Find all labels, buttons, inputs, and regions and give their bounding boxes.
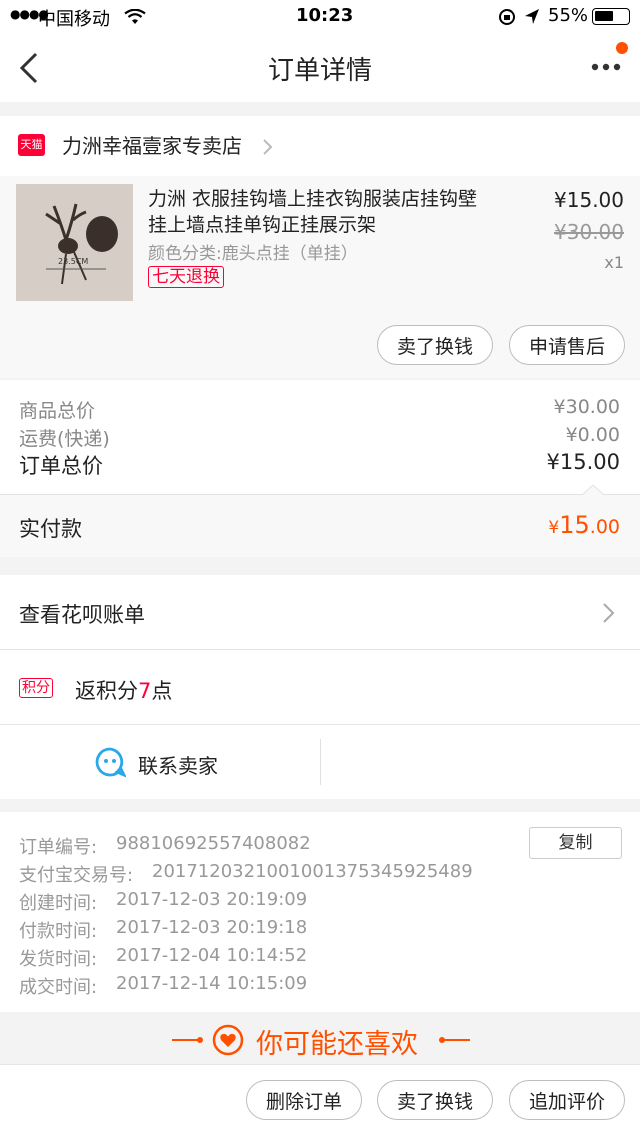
chevron-right-icon	[263, 139, 273, 155]
tmall-badge: 天猫	[18, 134, 45, 156]
created-time-label: 创建时间:	[19, 893, 98, 914]
alipay-trade-label: 支付宝交易号:	[19, 865, 134, 886]
shop-row[interactable]: 天猫 力洲幸福壹家专卖店	[0, 116, 640, 176]
paid-time-label: 付款时间:	[19, 921, 98, 942]
delete-order-button[interactable]: 删除订单	[246, 1080, 362, 1120]
recommend-title: 你可能还喜欢	[256, 1029, 418, 1060]
paid-label: 实付款	[19, 517, 82, 541]
shop-name: 力洲幸福壹家专卖店	[62, 134, 242, 158]
product-title-line2: 挂上墙点挂单钩正挂展示架	[148, 214, 377, 236]
deer-hook-image: 23.5CM	[16, 184, 133, 301]
paid-row: 实付款 ¥15.00	[0, 495, 640, 557]
product-quantity: x1	[604, 253, 624, 272]
sell-button[interactable]: 卖了换钱	[377, 1080, 493, 1120]
points-suffix: 点	[151, 679, 173, 703]
points-text: 返积分7点	[75, 675, 172, 705]
product-price: ¥15.00	[554, 188, 624, 212]
paid-int: 15	[559, 511, 590, 539]
order-total-value: ¥15.00	[546, 450, 620, 474]
vertical-divider	[320, 739, 321, 785]
add-review-button[interactable]: 追加评价	[509, 1080, 625, 1120]
wifi-icon	[124, 9, 146, 24]
bottom-action-bar: 删除订单 卖了换钱 追加评价	[0, 1064, 640, 1138]
huabei-label: 查看花呗账单	[19, 603, 145, 627]
completed-time-label: 成交时间:	[19, 977, 98, 998]
clock: 10:23	[296, 5, 354, 26]
contact-seller-label: 联系卖家	[138, 754, 218, 778]
contact-seller-button[interactable]: 联系卖家	[92, 743, 322, 783]
heart-icon	[212, 1024, 244, 1056]
paid-time-value: 2017-12-03 20:19:18	[116, 917, 308, 938]
paid-dec: .00	[589, 516, 620, 538]
shipped-time-value: 2017-12-04 10:14:52	[116, 945, 308, 966]
right-arrow-decor-icon	[439, 1037, 470, 1043]
created-time-value: 2017-12-03 20:19:09	[116, 889, 308, 910]
product-title-line1: 力洲 衣服挂钩墙上挂衣钩服装店挂钩壁	[148, 188, 478, 210]
rotation-lock-icon	[499, 9, 515, 25]
huabei-bill-row[interactable]: 查看花呗账单	[0, 575, 640, 649]
goods-total-label: 商品总价	[19, 400, 96, 422]
notification-dot	[616, 42, 628, 54]
location-arrow-icon	[525, 9, 539, 24]
carrier-label: 中国移动	[38, 9, 110, 30]
product-title: 力洲 衣服挂钩墙上挂衣钩服装店挂钩壁 挂上墙点挂单钩正挂展示架	[148, 186, 477, 238]
price-summary: 商品总价 ¥30.00 运费(快递) ¥0.00 订单总价 ¥15.00	[0, 380, 640, 494]
paid-currency: ¥	[548, 518, 560, 538]
nav-bar: 订单详情	[0, 34, 640, 102]
goods-total-value: ¥30.00	[553, 396, 620, 418]
completed-time-value: 2017-12-14 10:15:09	[116, 973, 308, 994]
recommend-header: 你可能还喜欢	[0, 1012, 640, 1064]
points-value: 7	[138, 679, 152, 703]
more-dots-icon[interactable]	[590, 62, 624, 72]
battery-percent: 55%	[548, 5, 589, 26]
chevron-right-icon	[603, 603, 615, 623]
points-prefix: 返积分	[75, 679, 138, 703]
sell-button[interactable]: 卖了换钱	[377, 325, 493, 365]
alipay-trade-value: 2017120321001001375345925489	[152, 861, 473, 882]
after-sale-button[interactable]: 申请售后	[509, 325, 625, 365]
chat-bubble-icon	[95, 747, 126, 778]
contact-row: 联系卖家	[0, 725, 640, 799]
points-row: 积分 返积分7点	[0, 650, 640, 724]
product-card[interactable]: 23.5CM 力洲 衣服挂钩墙上挂衣钩服装店挂钩壁 挂上墙点挂单钩正挂展示架 颜…	[0, 176, 640, 378]
shipping-label: 运费(快递)	[19, 428, 110, 450]
order-info: 复制 订单编号: 98810692557408082 支付宝交易号: 20171…	[0, 812, 640, 1012]
image-caption: 23.5CM	[58, 257, 88, 266]
status-bar: ●●●● 中国移动 10:23 55%	[0, 0, 640, 34]
battery-icon	[592, 8, 630, 25]
shipping-value: ¥0.00	[565, 424, 620, 446]
product-sku: 颜色分类:鹿头点挂（单挂）	[148, 244, 358, 264]
order-number-label: 订单编号:	[19, 837, 98, 858]
copy-button[interactable]: 复制	[529, 827, 622, 859]
paid-amount: ¥15.00	[548, 511, 620, 539]
return-tag: 七天退换	[148, 266, 224, 288]
order-total-label: 订单总价	[19, 454, 103, 478]
shipped-time-label: 发货时间:	[19, 949, 98, 970]
points-badge: 积分	[19, 678, 53, 698]
product-image[interactable]: 23.5CM	[16, 184, 133, 301]
page-title: 订单详情	[267, 56, 372, 86]
order-number-value: 98810692557408082	[116, 833, 311, 854]
left-arrow-decor-icon	[172, 1037, 203, 1043]
original-price: ¥30.00	[554, 220, 624, 244]
